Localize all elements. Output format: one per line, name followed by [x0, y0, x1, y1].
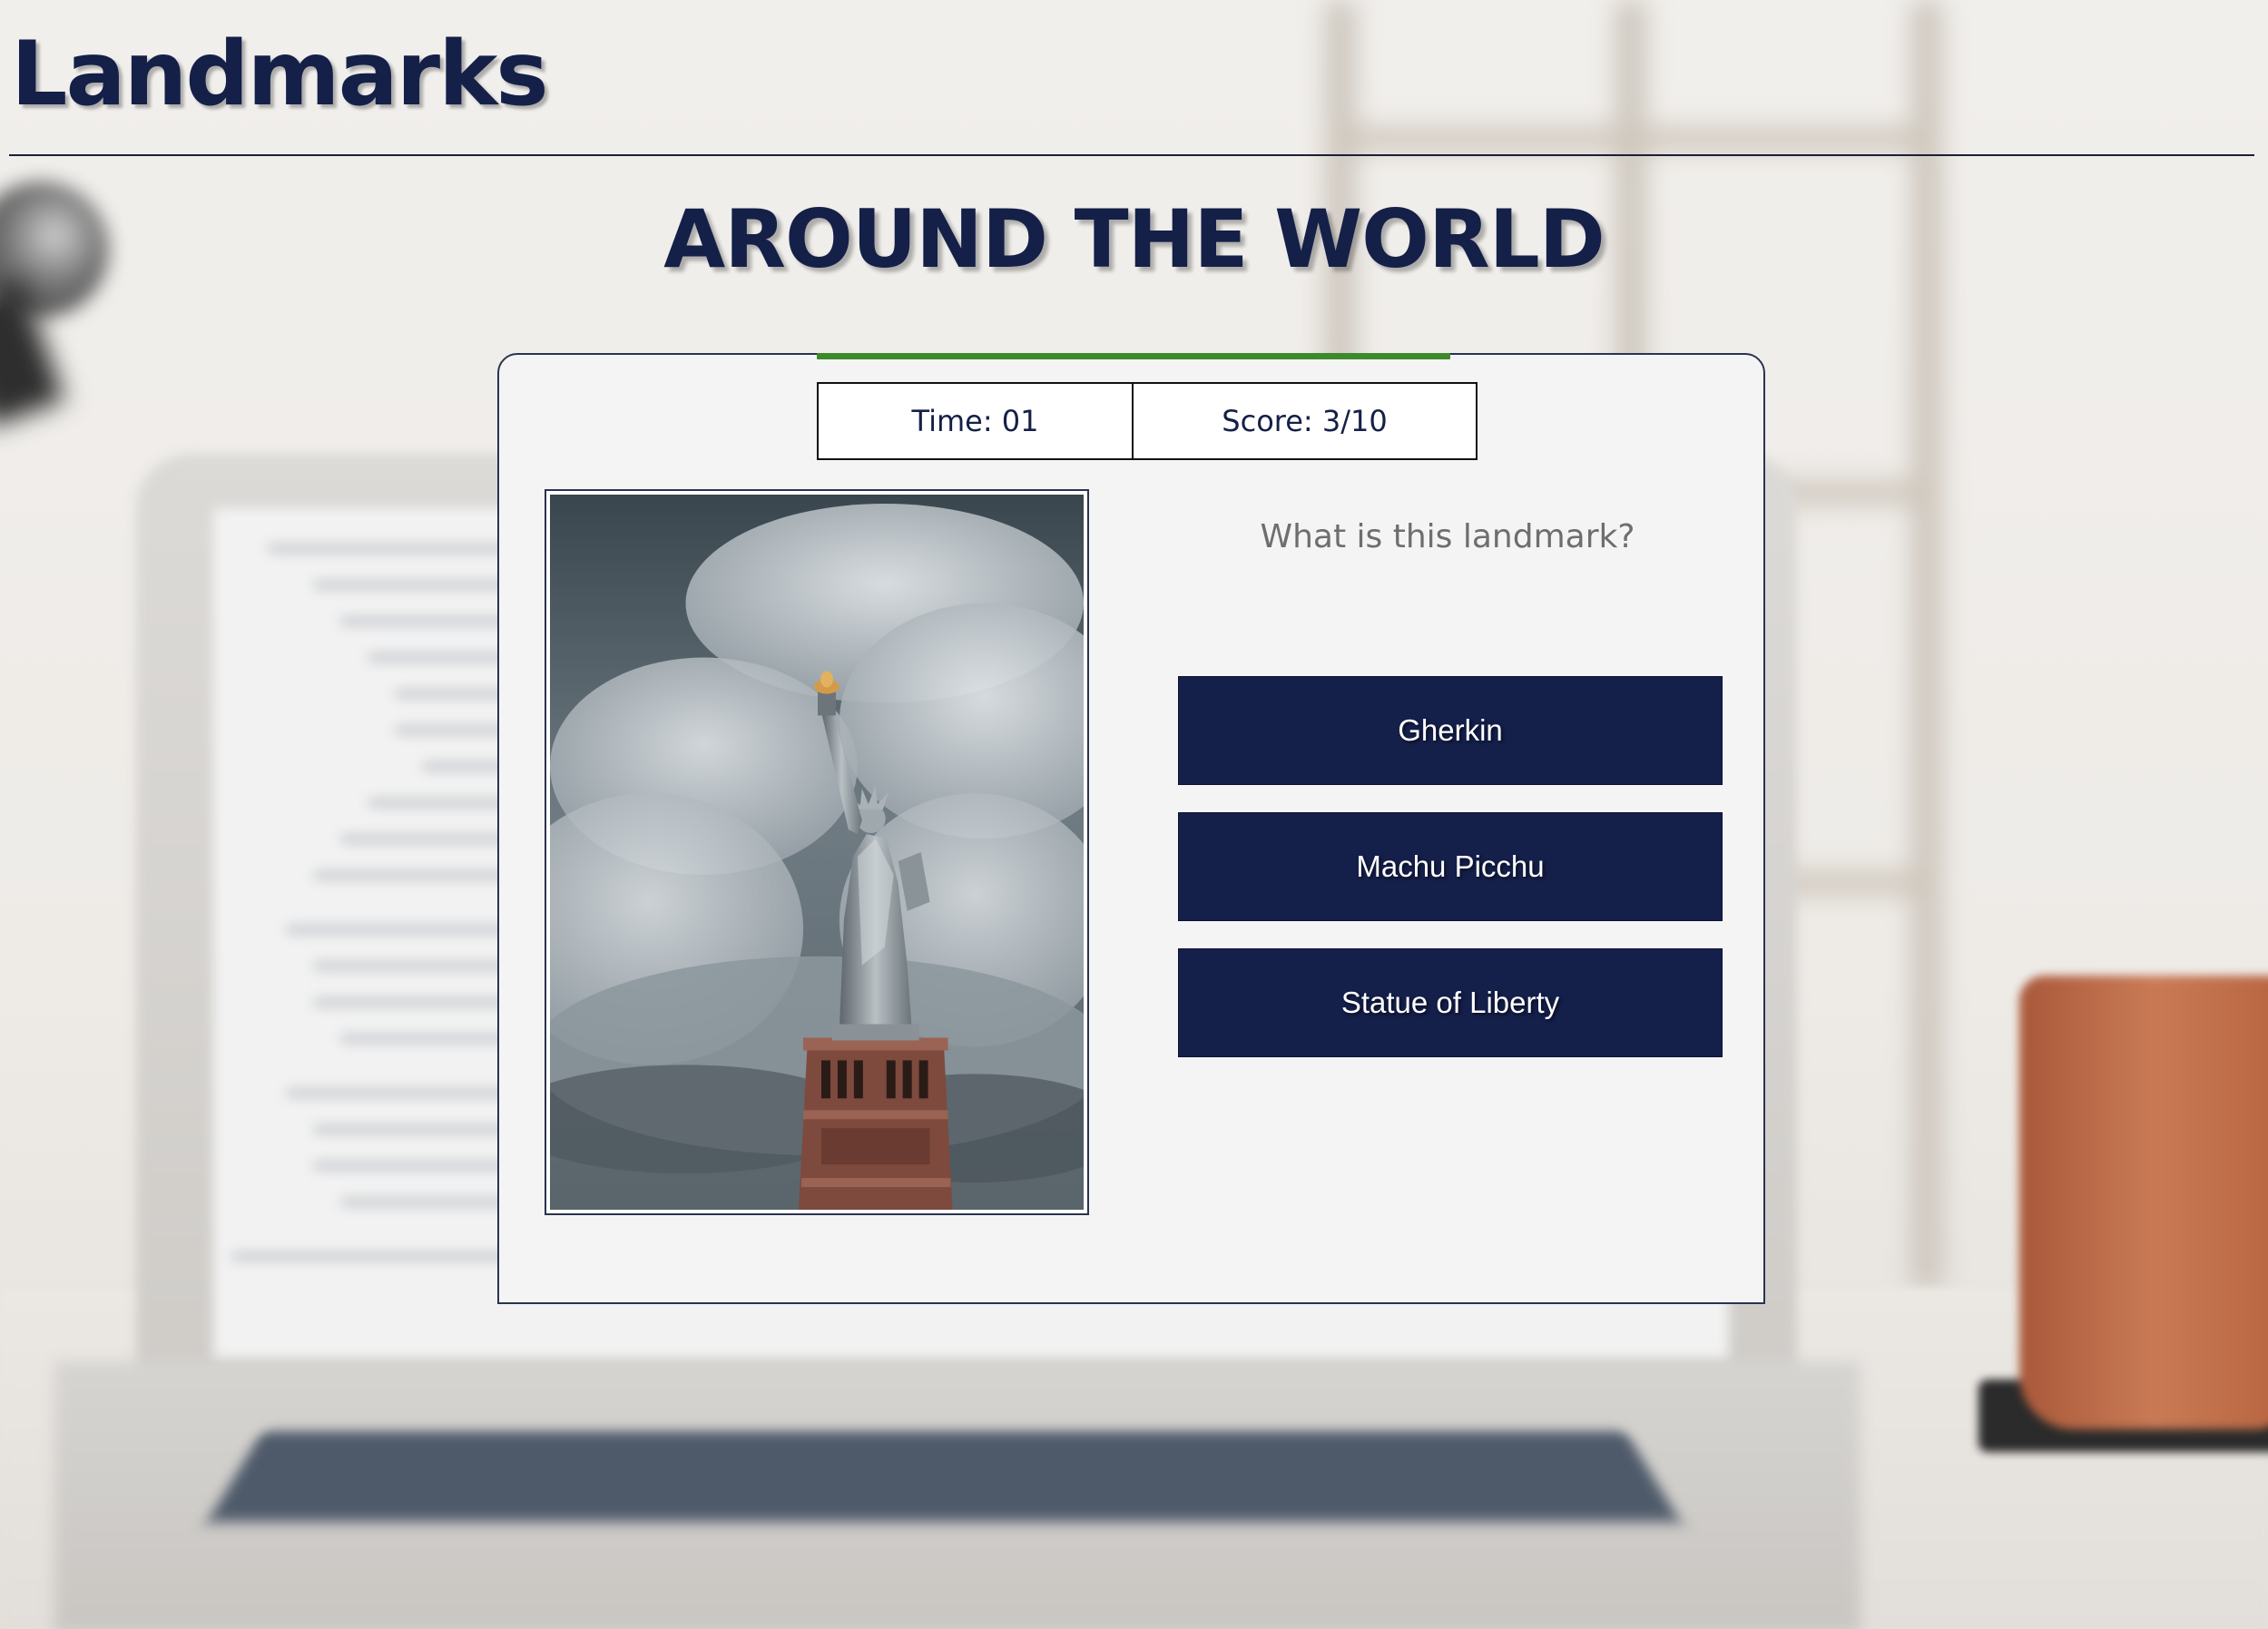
answer-button-machu-picchu[interactable]: Machu Picchu: [1178, 812, 1723, 921]
quiz-subtitle: AROUND THE WORLD: [663, 192, 1605, 286]
question-text: What is this landmark?: [1260, 518, 1635, 555]
stats-panel: Time: 01 Score: 3/10: [817, 382, 1478, 460]
site-title: Landmarks: [11, 23, 549, 126]
answer-button-statue-of-liberty[interactable]: Statue of Liberty: [1178, 948, 1723, 1057]
quiz-card: Time: 01 Score: 3/10 What is this landma…: [497, 353, 1765, 1304]
score-display: Score: 3/10: [1222, 404, 1388, 438]
answer-options: Gherkin Machu Picchu Statue of Liberty: [1178, 676, 1723, 1057]
progress-bar: [817, 353, 1450, 359]
background-keyboard: [207, 1431, 1681, 1522]
landmark-image: [545, 489, 1089, 1215]
header-divider: [9, 154, 2254, 156]
background-mug: [2019, 976, 2268, 1429]
shelf-board: [1325, 127, 1942, 151]
answer-button-gherkin[interactable]: Gherkin: [1178, 676, 1723, 785]
timer-display: Time: 01: [819, 384, 1134, 458]
statue-of-liberty-image: [550, 495, 1084, 1210]
